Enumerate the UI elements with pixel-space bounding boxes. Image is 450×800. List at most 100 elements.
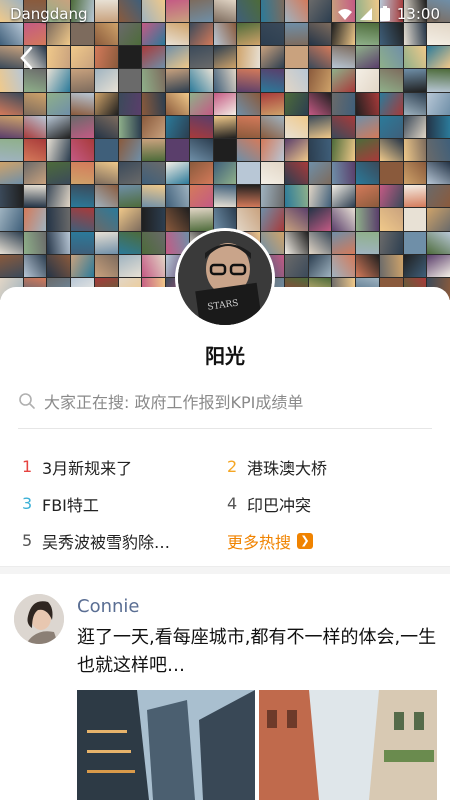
mosaic-tile	[118, 69, 142, 92]
mosaic-tile	[261, 162, 284, 185]
mosaic-tile	[0, 69, 23, 92]
hot-rank: 5	[22, 531, 33, 550]
hot-rank: 4	[227, 494, 238, 513]
mosaic-tile	[427, 69, 450, 92]
mosaic-tile	[142, 115, 166, 138]
hot-text: 港珠澳大桥	[247, 458, 328, 478]
mosaic-tile	[403, 254, 427, 277]
mosaic-tile	[71, 208, 94, 231]
mosaic-tile	[0, 162, 23, 185]
mosaic-tile	[47, 92, 71, 115]
mosaic-tile	[47, 115, 71, 138]
mosaic-tile	[0, 231, 23, 254]
mosaic-tile	[94, 185, 118, 208]
mosaic-tile	[379, 162, 403, 185]
mosaic-tile	[142, 254, 166, 277]
building-photo	[77, 690, 255, 800]
mosaic-tile	[142, 185, 166, 208]
mosaic-tile	[166, 208, 189, 231]
more-hot-search-link[interactable]: 更多热搜 ❯	[227, 529, 432, 553]
mosaic-tile	[261, 138, 284, 162]
mosaic-tile	[379, 231, 403, 254]
mosaic-tile	[166, 115, 189, 138]
profile-avatar[interactable]: STARS	[175, 228, 275, 328]
mosaic-tile	[118, 115, 142, 138]
post-author-name[interactable]: Connie	[77, 596, 139, 617]
hot-item-4[interactable]: 4 印巴冲突	[227, 492, 432, 516]
mosaic-tile	[332, 138, 356, 162]
mosaic-tile	[332, 46, 356, 69]
mosaic-tile	[118, 254, 142, 277]
mosaic-tile	[332, 69, 356, 92]
post-image-2[interactable]	[259, 690, 437, 800]
mosaic-tile	[213, 69, 237, 92]
mosaic-tile	[0, 185, 23, 208]
mosaic-tile	[142, 46, 166, 69]
mosaic-tile	[142, 69, 166, 92]
hot-search-bar[interactable]: 大家正在搜: 政府工作报到KPI成绩单	[18, 386, 432, 416]
mosaic-tile	[308, 92, 332, 115]
mosaic-tile	[427, 208, 450, 231]
mosaic-tile	[379, 46, 403, 69]
mosaic-tile	[94, 92, 118, 115]
mosaic-tile	[47, 138, 71, 162]
mosaic-tile	[261, 92, 284, 115]
mosaic-tile	[261, 208, 284, 231]
mosaic-tile	[71, 138, 94, 162]
mosaic-tile	[332, 162, 356, 185]
mosaic-tile	[189, 138, 213, 162]
search-icon	[19, 393, 35, 409]
mosaic-tile	[71, 46, 94, 69]
post-author-avatar[interactable]	[14, 594, 64, 644]
mosaic-tile	[403, 138, 427, 162]
mosaic-tile	[213, 162, 237, 185]
mosaic-tile	[213, 92, 237, 115]
hot-text: FBI特工	[42, 495, 99, 515]
mosaic-tile	[403, 115, 427, 138]
post-image-1[interactable]	[77, 690, 255, 800]
mosaic-tile	[356, 46, 379, 69]
mosaic-tile	[308, 162, 332, 185]
mosaic-tile	[94, 138, 118, 162]
mosaic-tile	[189, 46, 213, 69]
hot-item-2[interactable]: 2 港珠澳大桥	[227, 455, 432, 479]
more-hot-search-label: 更多热搜	[227, 532, 292, 552]
back-button[interactable]	[14, 44, 38, 72]
post-text: 逛了一天,看每座城市,都有不一样的体会,一生也就这样吧…	[77, 627, 437, 676]
mosaic-tile	[356, 115, 379, 138]
carrier-label: Dangdang	[10, 5, 88, 23]
mosaic-tile	[261, 69, 284, 92]
mosaic-tile	[166, 92, 189, 115]
mosaic-tile	[356, 254, 379, 277]
mosaic-tile	[284, 162, 308, 185]
mosaic-tile	[237, 115, 261, 138]
profile-name: 阳光	[205, 344, 245, 368]
mosaic-tile	[308, 254, 332, 277]
mosaic-tile	[379, 92, 403, 115]
mosaic-tile	[71, 162, 94, 185]
mosaic-tile	[284, 115, 308, 138]
mosaic-tile	[189, 92, 213, 115]
mosaic-tile	[118, 208, 142, 231]
hot-item-1[interactable]: 1 3月新规来了	[22, 455, 227, 479]
street-photo	[259, 690, 437, 800]
mosaic-tile	[118, 162, 142, 185]
mosaic-tile	[356, 208, 379, 231]
mosaic-tile	[308, 208, 332, 231]
mosaic-tile	[23, 231, 47, 254]
mosaic-tile	[71, 115, 94, 138]
mosaic-tile	[142, 138, 166, 162]
mosaic-tile	[332, 231, 356, 254]
mosaic-tile	[284, 208, 308, 231]
divider	[18, 428, 432, 429]
hot-item-3[interactable]: 3 FBI特工	[22, 492, 227, 516]
mosaic-tile	[308, 69, 332, 92]
mosaic-tile	[284, 46, 308, 69]
mosaic-tile	[403, 46, 427, 69]
mosaic-tile	[403, 69, 427, 92]
mosaic-tile	[379, 138, 403, 162]
mosaic-tile	[427, 115, 450, 138]
mosaic-tile	[71, 92, 94, 115]
clock: 13:00	[396, 5, 440, 23]
hot-item-5[interactable]: 5 吴秀波被雪豹除…	[22, 529, 227, 553]
